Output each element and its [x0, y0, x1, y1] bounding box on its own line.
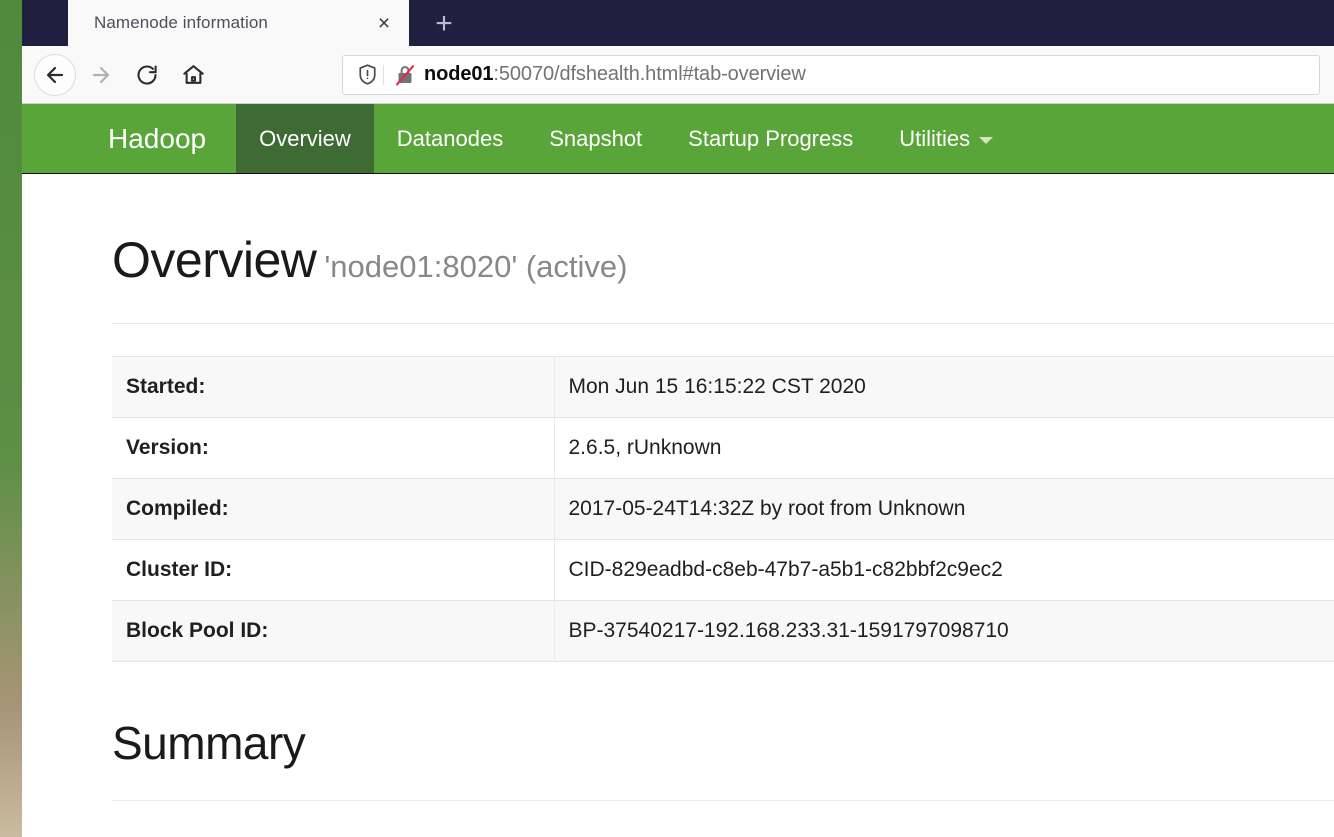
title-divider [112, 323, 1334, 324]
nav-item-overview[interactable]: Overview [236, 104, 374, 173]
nav-item-datanodes[interactable]: Datanodes [374, 104, 526, 173]
row-label: Started: [112, 356, 555, 418]
row-value: CID-829eadbd-c8eb-47b7-a5b1-c82bbf2c9ec2 [568, 558, 1003, 581]
tab-title: Namenode information [94, 13, 268, 32]
page-title: Overview'node01:8020' (active) [112, 231, 1334, 289]
nav-item-label: Overview [259, 125, 351, 151]
url-host: node01 [424, 63, 494, 85]
summary-divider [112, 800, 1334, 801]
row-value: 2.6.5, rUnknown [568, 436, 722, 459]
forward-arrow-icon[interactable] [80, 54, 122, 96]
reload-icon[interactable] [126, 54, 168, 96]
tab-strip: Namenode information × + [22, 0, 1334, 46]
table-row: Version: 2.6.5, rUnknown [112, 417, 1334, 479]
row-label: Compiled: [112, 478, 555, 540]
nav-item-utilities[interactable]: Utilities [876, 104, 1016, 173]
row-value: 2017-05-24T14:32Z by root from Unknown [568, 497, 966, 520]
summary-title: Summary [112, 717, 306, 769]
overview-table: Started: Mon Jun 15 16:15:22 CST 2020 Ve… [112, 356, 1334, 662]
crossed-out-lock-icon[interactable] [392, 64, 418, 86]
nav-item-label: Datanodes [396, 125, 504, 151]
nav-item-startup-progress[interactable]: Startup Progress [665, 104, 876, 173]
nav-item-label: Utilities [899, 125, 971, 151]
url-bar[interactable]: node01:50070/dfshealth.html#tab-overview [342, 54, 1320, 95]
url-path: :50070/dfshealth.html#tab-overview [493, 63, 806, 85]
table-row: Cluster ID: CID-829eadbd-c8eb-47b7-a5b1-… [112, 539, 1334, 601]
row-label: Block Pool ID: [112, 600, 555, 662]
urlbar-divider [383, 64, 384, 85]
row-label: Version: [112, 417, 555, 479]
navbar-brand[interactable]: Hadoop [22, 104, 236, 173]
hadoop-navbar: Hadoop Overview Datanodes Snapshot Start… [22, 104, 1334, 174]
row-value: BP-37540217-192.168.233.31-1591797098710 [568, 619, 1009, 642]
back-arrow-icon[interactable] [34, 53, 76, 96]
url-text: node01:50070/dfshealth.html#tab-overview [424, 63, 806, 86]
new-tab-icon[interactable]: + [422, 4, 466, 44]
browser-window: Namenode information × + node01:50070/df… [22, 0, 1334, 837]
close-icon[interactable]: × [369, 8, 399, 38]
row-label: Cluster ID: [112, 539, 555, 601]
home-icon[interactable] [172, 54, 214, 96]
nav-item-label: Startup Progress [688, 125, 854, 151]
chevron-down-icon [979, 136, 994, 144]
page-title-text: Overview [112, 232, 317, 288]
browser-tab[interactable]: Namenode information × [68, 0, 409, 46]
table-row: Block Pool ID: BP-37540217-192.168.233.3… [112, 600, 1334, 662]
table-row: Compiled: 2017-05-24T14:32Z by root from… [112, 478, 1334, 540]
nav-item-snapshot[interactable]: Snapshot [526, 104, 665, 173]
shield-icon[interactable] [353, 64, 381, 85]
table-row: Started: Mon Jun 15 16:15:22 CST 2020 [112, 356, 1334, 418]
page-title-subtitle: 'node01:8020' (active) [324, 249, 628, 284]
row-value: Mon Jun 15 16:15:22 CST 2020 [568, 375, 866, 398]
browser-toolbar: node01:50070/dfshealth.html#tab-overview [22, 46, 1334, 104]
main-content: Overview'node01:8020' (active) Started: … [22, 231, 1334, 801]
nav-item-label: Snapshot [549, 125, 643, 151]
page-content: Hadoop Overview Datanodes Snapshot Start… [22, 104, 1334, 837]
